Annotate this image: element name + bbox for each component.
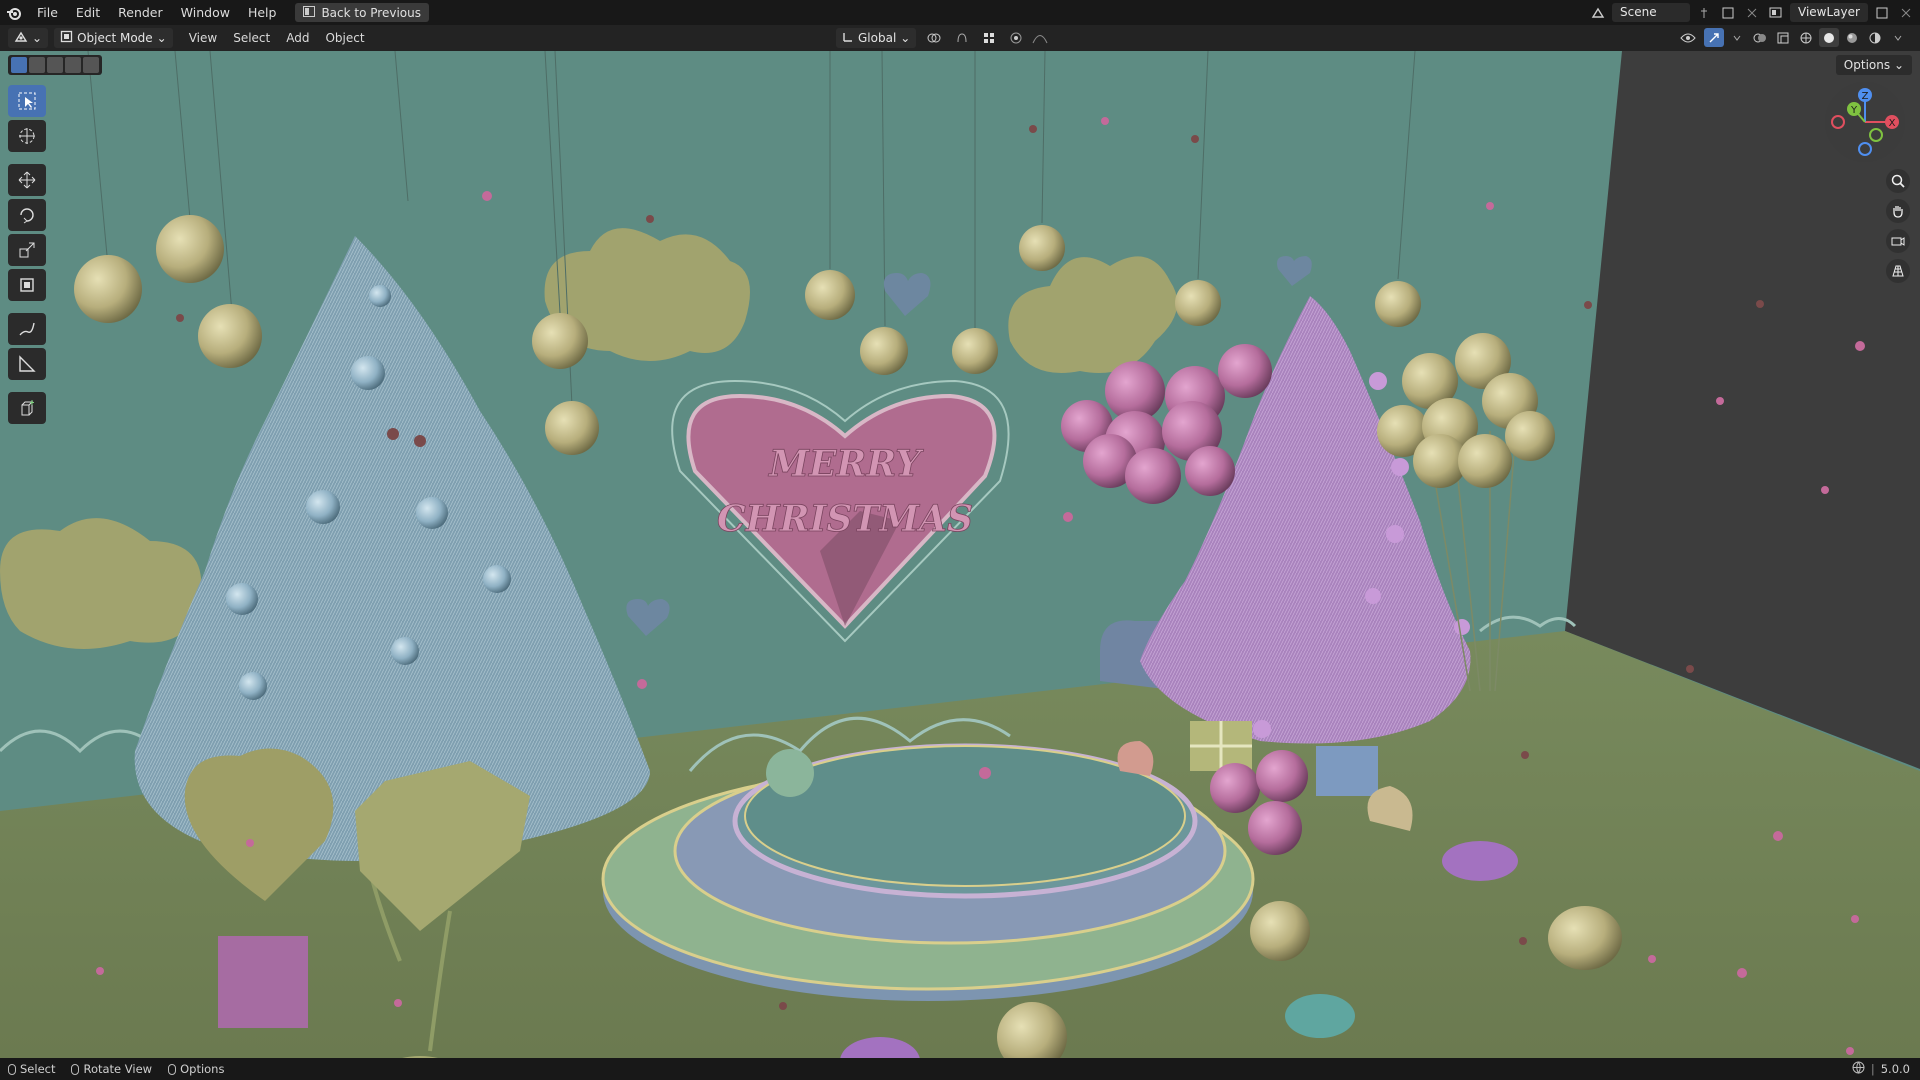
orientation-icon [842, 31, 854, 46]
object-mode-icon [60, 30, 73, 46]
sign-text-christmas: CHRISTMAS [717, 498, 973, 540]
3d-viewport[interactable]: MERRY CHRISTMAS Options ⌄ X Y Z [0, 51, 1920, 1058]
material-shading-icon[interactable] [1842, 28, 1862, 47]
top-bar: File Edit Render Window Help Back to Pre… [0, 0, 1920, 25]
status-select-hint: Select [8, 1062, 55, 1076]
selection-mode-buttons [8, 55, 102, 75]
transform-tool-icon[interactable] [8, 269, 46, 301]
status-options-hint: Options [168, 1062, 224, 1076]
object-mode-dropdown[interactable]: Object Mode ⌄ [54, 28, 173, 48]
perspective-grid-icon[interactable] [1886, 259, 1910, 283]
mouse-left-icon [8, 1063, 16, 1075]
select-box-tool-icon[interactable] [8, 85, 46, 117]
snap-toggle-icon[interactable] [952, 29, 972, 48]
chevron-down-icon: ⌄ [156, 31, 167, 45]
status-bar: Select Rotate View Options | 5.0.0 [0, 1058, 1920, 1080]
view-layer-selector[interactable]: ViewLayer [1766, 3, 1916, 22]
select-intersect-icon[interactable] [83, 57, 99, 73]
menu-help[interactable]: Help [239, 0, 286, 25]
wireframe-shading-icon[interactable] [1796, 28, 1816, 47]
close-view-layer-icon[interactable] [1896, 3, 1916, 22]
header-menu-view[interactable]: View [181, 31, 225, 45]
chevron-down-icon: ⌄ [32, 31, 43, 45]
options-label: Options [1843, 58, 1891, 72]
scene-name-field[interactable]: Scene [1612, 3, 1690, 22]
chevron-down-icon: ⌄ [900, 31, 911, 45]
scale-tool-icon[interactable] [8, 234, 46, 266]
annotate-tool-icon[interactable] [8, 313, 46, 345]
header-menu-add[interactable]: Add [278, 31, 317, 45]
viewport-scene: MERRY CHRISTMAS [0, 51, 1920, 1058]
gizmo-x-label: X [1889, 118, 1896, 129]
proportional-edit-icon[interactable] [1006, 29, 1026, 48]
view-layer-name-field[interactable]: ViewLayer [1790, 3, 1868, 22]
status-rotate-hint: Rotate View [71, 1062, 152, 1076]
pivot-point-icon[interactable] [920, 29, 948, 48]
chevron-down-icon[interactable] [1888, 28, 1908, 47]
zoom-icon[interactable] [1886, 169, 1910, 193]
cursor-tool-icon[interactable] [8, 120, 46, 152]
menu-file[interactable]: File [28, 0, 67, 25]
snap-target-icon[interactable] [976, 29, 1002, 48]
blender-logo-icon[interactable] [0, 0, 28, 25]
visibility-icon[interactable] [1675, 28, 1701, 47]
solid-shading-icon[interactable] [1819, 28, 1839, 47]
camera-view-icon[interactable] [1886, 229, 1910, 253]
select-invert-icon[interactable] [65, 57, 81, 73]
pin-icon[interactable] [1694, 3, 1714, 22]
gizmo-z-label: Z [1862, 91, 1869, 102]
version-info: | 5.0.0 [1852, 1058, 1910, 1080]
editor-type-icon [14, 31, 28, 46]
add-cube-tool-icon[interactable] [8, 392, 46, 424]
select-new-icon[interactable] [11, 57, 27, 73]
select-subtract-icon[interactable] [47, 57, 63, 73]
move-tool-icon[interactable] [8, 164, 46, 196]
navigation-gizmo[interactable]: X Y Z [1822, 79, 1908, 165]
editor-type-selector[interactable]: ⌄ [8, 28, 49, 48]
overlays-icon[interactable] [1750, 28, 1770, 47]
header-menu-select[interactable]: Select [225, 31, 278, 45]
new-view-layer-icon[interactable] [1872, 3, 1892, 22]
rotate-tool-icon[interactable] [8, 199, 46, 231]
transform-orientation-dropdown[interactable]: Global ⌄ [836, 28, 917, 48]
viewport-header: ⌄ Object Mode ⌄ View Select Add Object G… [0, 25, 1920, 51]
status-options-label: Options [180, 1062, 225, 1076]
back-to-previous-button[interactable]: Back to Previous [295, 3, 429, 22]
header-menu-object[interactable]: Object [317, 31, 372, 45]
scene-icon[interactable] [1588, 3, 1608, 22]
measure-tool-icon[interactable] [8, 348, 46, 380]
back-label: Back to Previous [321, 5, 421, 20]
sign-text-merry: MERRY [767, 443, 924, 485]
xray-toggle-icon[interactable] [1773, 28, 1793, 47]
back-icon [303, 5, 316, 20]
scene-selector[interactable]: Scene [1588, 3, 1762, 22]
status-rotate-label: Rotate View [83, 1062, 153, 1076]
chevron-down-icon: ⌄ [1893, 58, 1904, 72]
orientation-label: Global [858, 31, 897, 45]
chevron-down-icon[interactable] [1727, 28, 1747, 47]
mouse-right-icon [168, 1063, 177, 1075]
new-scene-icon[interactable] [1718, 3, 1738, 22]
menu-render[interactable]: Render [109, 0, 172, 25]
close-scene-icon[interactable] [1742, 3, 1762, 22]
transform-tools: Global ⌄ [836, 28, 1050, 48]
network-globe-icon [1852, 1061, 1865, 1077]
viewport-options-button[interactable]: Options ⌄ [1835, 55, 1912, 75]
menu-edit[interactable]: Edit [67, 0, 109, 25]
gizmo-toggle-icon[interactable] [1704, 28, 1724, 47]
navigation-tools [1886, 169, 1910, 283]
menu-window[interactable]: Window [172, 0, 239, 25]
viewport-shading-tools [1675, 28, 1908, 47]
object-mode-label: Object Mode [77, 31, 153, 45]
rendered-shading-icon[interactable] [1865, 28, 1885, 47]
gizmo-y-label: Y [1850, 105, 1858, 116]
select-extend-icon[interactable] [29, 57, 45, 73]
tool-shelf [8, 85, 48, 424]
status-select-label: Select [20, 1062, 56, 1076]
falloff-icon[interactable] [1030, 29, 1050, 48]
pan-hand-icon[interactable] [1886, 199, 1910, 223]
view-layer-icon[interactable] [1766, 3, 1786, 22]
version-label: 5.0.0 [1880, 1062, 1910, 1076]
mouse-middle-icon [71, 1063, 80, 1075]
